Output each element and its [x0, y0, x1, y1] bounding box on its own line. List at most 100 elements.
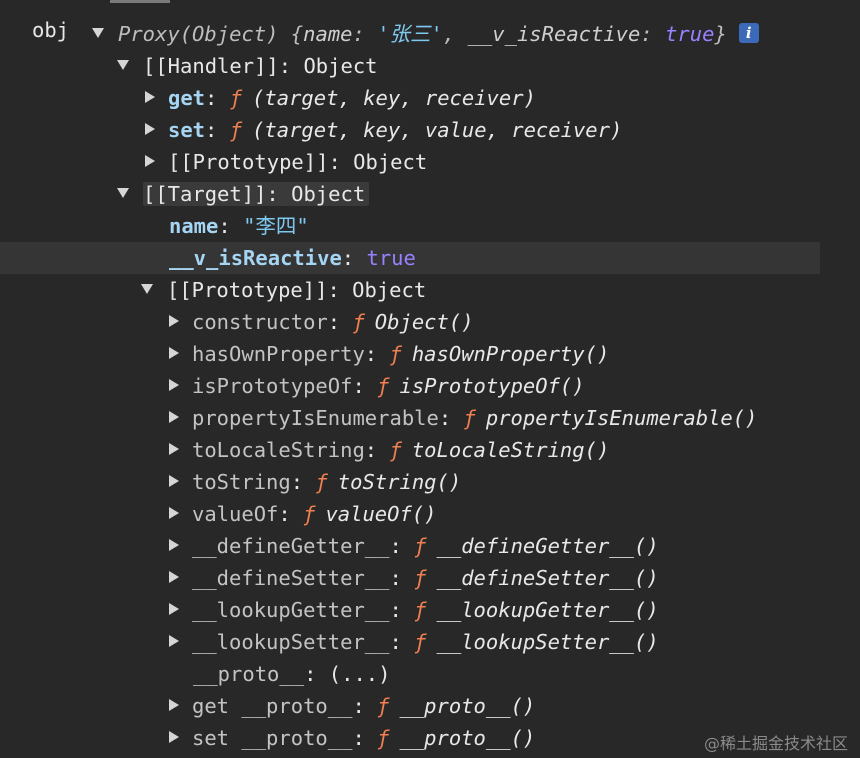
expand-triangle-icon[interactable] — [169, 507, 179, 519]
function-icon: ƒ — [229, 118, 243, 142]
accessor-row[interactable]: get __proto__: ƒ __proto__() — [169, 690, 535, 722]
property-key: name — [169, 214, 219, 238]
colon: : — [327, 278, 340, 302]
expand-triangle-icon[interactable] — [169, 443, 179, 455]
function-icon: ƒ — [377, 726, 390, 750]
function-name: hasOwnProperty() — [411, 342, 610, 366]
method-row[interactable]: hasOwnProperty: ƒ hasOwnProperty() — [169, 338, 609, 370]
collapse-triangle-icon[interactable] — [92, 28, 104, 38]
method-key: valueOf — [192, 502, 279, 526]
expand-triangle-icon[interactable] — [169, 379, 179, 391]
function-name: isPrototypeOf() — [399, 374, 585, 398]
property-key: set — [168, 118, 206, 142]
function-icon: ƒ — [377, 374, 390, 398]
expand-triangle-icon[interactable] — [169, 603, 179, 615]
target-name-row[interactable]: name: "李四" — [145, 210, 309, 242]
preview-prefix: Proxy(Object) { — [118, 22, 304, 46]
function-icon: ƒ — [389, 342, 402, 366]
function-name: __defineGetter__() — [436, 534, 659, 558]
target-type: Object — [291, 182, 366, 206]
prototype-label: [[Prototype]] — [167, 278, 328, 302]
preview-sep: , — [442, 22, 468, 46]
expand-triangle-icon[interactable] — [169, 635, 179, 647]
method-row[interactable]: propertyIsEnumerable: ƒ propertyIsEnumera… — [169, 402, 757, 434]
proto-key: __proto__ — [193, 662, 305, 686]
proxy-row[interactable]: Proxy(Object) {name: '张三', __v_isReactiv… — [92, 18, 759, 50]
expand-triangle-icon[interactable] — [169, 475, 179, 487]
function-name: Object() — [374, 310, 474, 334]
watermark: @稀土掘金技术社区 — [703, 734, 848, 753]
function-icon: ƒ — [463, 406, 476, 430]
method-row[interactable]: toString: ƒ toString() — [169, 466, 461, 498]
expand-triangle-icon[interactable] — [169, 539, 179, 551]
info-icon[interactable]: i — [738, 23, 759, 43]
variable-name: obj — [32, 18, 70, 42]
function-icon: ƒ — [414, 534, 427, 558]
colon: : — [389, 566, 402, 590]
target-label-box: [[Target]]: Object — [143, 182, 370, 206]
function-icon: ƒ — [377, 694, 390, 718]
proto-row[interactable]: __proto__: (...) — [169, 658, 391, 690]
function-icon: ƒ — [352, 310, 365, 334]
method-row[interactable]: constructor: ƒ Object() — [169, 306, 474, 338]
lazy-value-button[interactable]: (...) — [329, 662, 391, 686]
function-name: valueOf() — [325, 502, 437, 526]
method-key: propertyIsEnumerable — [192, 406, 439, 430]
collapse-triangle-icon[interactable] — [117, 60, 129, 70]
expand-triangle-icon[interactable] — [145, 123, 155, 135]
method-row[interactable]: __defineGetter__: ƒ __defineGetter__() — [169, 530, 659, 562]
colon: : — [327, 310, 341, 334]
prototype-label: [[Prototype]] — [168, 150, 329, 174]
method-row[interactable]: __lookupGetter__: ƒ __lookupGetter__() — [169, 594, 659, 626]
colon: : — [389, 598, 402, 622]
method-row[interactable]: toLocaleString: ƒ toLocaleString() — [169, 434, 609, 466]
method-row[interactable]: isPrototypeOf: ƒ isPrototypeOf() — [169, 370, 585, 402]
function-icon: ƒ — [414, 630, 427, 654]
devtools-console: obj Proxy(Object) {name: '张三', __v_isRea… — [0, 0, 860, 758]
method-row[interactable]: valueOf: ƒ valueOf() — [169, 498, 437, 530]
expand-triangle-icon[interactable] — [169, 731, 179, 743]
function-signature: (target, key, receiver) — [252, 86, 536, 110]
handler-get-row[interactable]: get: ƒ (target, key, receiver) — [145, 82, 536, 114]
handler-row[interactable]: [[Handler]]: Object — [117, 50, 378, 82]
colon: : — [218, 214, 231, 238]
handler-prototype-row[interactable]: [[Prototype]]: Object — [145, 146, 427, 178]
colon: : — [205, 86, 218, 110]
expand-triangle-icon[interactable] — [169, 699, 179, 711]
method-key: __lookupGetter__ — [192, 598, 390, 622]
function-name: toString() — [337, 470, 462, 494]
function-name: toLocaleString() — [411, 438, 610, 462]
function-name: __lookupSetter__() — [436, 630, 659, 654]
cut-off-line-fragment — [110, 0, 170, 3]
colon: : — [304, 662, 317, 686]
expand-triangle-icon[interactable] — [169, 347, 179, 359]
expand-triangle-icon[interactable] — [169, 571, 179, 583]
colon: : — [364, 438, 378, 462]
method-key: __defineGetter__ — [192, 534, 390, 558]
expand-triangle-icon[interactable] — [145, 155, 155, 167]
expand-triangle-icon[interactable] — [169, 315, 179, 327]
prototype-type: Object — [352, 278, 427, 302]
target-reactive-row[interactable]: __v_isReactive: true — [0, 242, 820, 274]
collapse-triangle-icon[interactable] — [117, 188, 129, 198]
method-key: __lookupSetter__ — [192, 630, 390, 654]
colon: : — [352, 694, 365, 718]
method-row[interactable]: __lookupSetter__: ƒ __lookupSetter__() — [169, 626, 659, 658]
target-prototype-row[interactable]: [[Prototype]]: Object — [141, 274, 426, 306]
handler-type: Object — [303, 54, 378, 78]
expand-triangle-icon[interactable] — [169, 411, 179, 423]
accessor-row[interactable]: set __proto__: ƒ __proto__() — [169, 722, 535, 754]
function-icon: ƒ — [315, 470, 328, 494]
string-value: "李四" — [243, 214, 309, 238]
property-key: get — [168, 86, 206, 110]
prototype-type: Object — [353, 150, 428, 174]
property-key: __v_isReactive — [169, 246, 342, 270]
method-key: toString — [192, 470, 291, 494]
expand-triangle-icon[interactable] — [145, 91, 155, 103]
method-row[interactable]: __defineSetter__: ƒ __defineSetter__() — [169, 562, 659, 594]
proxy-preview: Proxy(Object) {name: '张三', __v_isReactiv… — [118, 22, 727, 46]
target-row[interactable]: [[Target]]: Object — [117, 178, 370, 210]
handler-set-row[interactable]: set: ƒ (target, key, value, receiver) — [145, 114, 622, 146]
function-icon: ƒ — [303, 502, 316, 526]
collapse-triangle-icon[interactable] — [141, 284, 153, 294]
